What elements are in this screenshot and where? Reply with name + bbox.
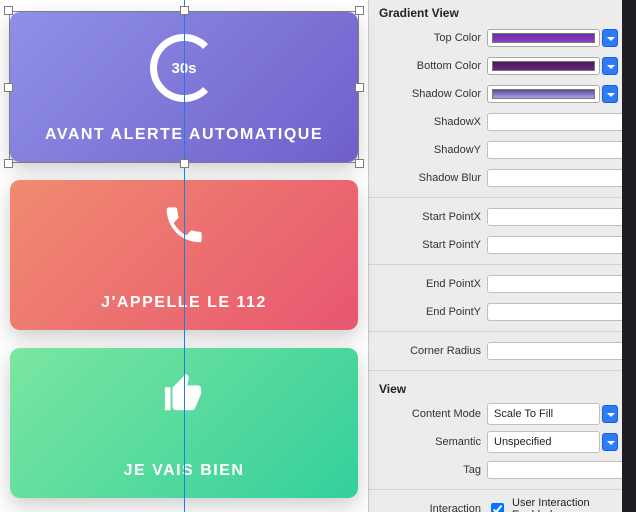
label-startx: Start PointX: [383, 211, 487, 223]
label-endy: End PointY: [383, 306, 487, 318]
semantic-select[interactable]: Unspecified: [487, 431, 600, 453]
alignment-guide-icon: [184, 0, 185, 512]
right-gutter: [622, 0, 636, 512]
bottom-color-menu[interactable]: [602, 57, 618, 75]
endx-field[interactable]: [487, 275, 622, 293]
content-mode-menu[interactable]: [602, 405, 618, 423]
starty-field[interactable]: [487, 236, 622, 254]
bottom-color-well[interactable]: [487, 57, 600, 75]
section-view: View: [369, 376, 622, 400]
inspector-panel[interactable]: Gradient View Top Color Bottom Color Sha…: [368, 0, 622, 512]
user-interaction-checkbox[interactable]: User Interaction Enabled: [487, 497, 618, 512]
tag-field[interactable]: [487, 461, 622, 479]
corner-radius-field[interactable]: [487, 342, 622, 360]
label-starty: Start PointY: [383, 239, 487, 251]
label-top-color: Top Color: [383, 32, 487, 44]
label-shadowy: ShadowY: [383, 144, 487, 156]
shadow-color-menu[interactable]: [602, 85, 618, 103]
label-bottom-color: Bottom Color: [383, 60, 487, 72]
shadowblur-field[interactable]: [487, 169, 622, 187]
label-shadow-color: Shadow Color: [383, 88, 487, 100]
label-corner-radius: Corner Radius: [383, 345, 487, 357]
label-semantic: Semantic: [383, 436, 487, 448]
shadowx-field[interactable]: [487, 113, 622, 131]
label-content-mode: Content Mode: [383, 408, 487, 420]
endy-field[interactable]: [487, 303, 622, 321]
top-color-well[interactable]: [487, 29, 600, 47]
shadowy-field[interactable]: [487, 141, 622, 159]
startx-field[interactable]: [487, 208, 622, 226]
label-shadowx: ShadowX: [383, 116, 487, 128]
semantic-menu[interactable]: [602, 433, 618, 451]
label-interaction: Interaction: [383, 503, 487, 512]
shadow-color-well[interactable]: [487, 85, 600, 103]
label-endx: End PointX: [383, 278, 487, 290]
label-shadowblur: Shadow Blur: [383, 172, 487, 184]
design-canvas[interactable]: 30s AVANT ALERTE AUTOMATIQUE J'APPELLE L…: [0, 0, 368, 512]
top-color-menu[interactable]: [602, 29, 618, 47]
content-mode-select[interactable]: Scale To Fill: [487, 403, 600, 425]
section-gradient-view: Gradient View: [369, 0, 622, 24]
label-tag: Tag: [383, 464, 487, 476]
